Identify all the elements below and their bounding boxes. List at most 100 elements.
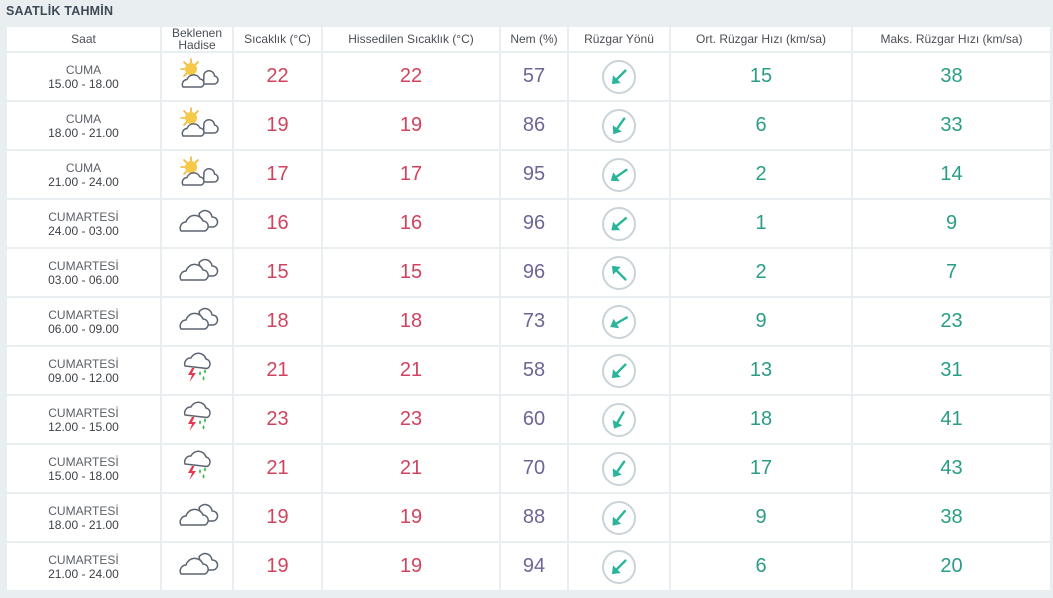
max-wind-speed-value: 38 xyxy=(853,53,1050,100)
weather-icon-cell xyxy=(162,151,232,198)
weather-icon-cell xyxy=(162,200,232,247)
temperature-value: 21 xyxy=(234,347,321,394)
humidity-value: 57 xyxy=(501,53,567,100)
time-range: 18.00 - 21.00 xyxy=(48,125,119,140)
section-title: SAATLİK TAHMİN xyxy=(6,4,114,18)
wind-direction-arrow-icon xyxy=(569,157,669,193)
time-range: 06.00 - 09.00 xyxy=(48,321,119,336)
humidity-value: 96 xyxy=(501,200,567,247)
feels-like-value: 22 xyxy=(323,53,499,100)
wind-direction-cell xyxy=(569,347,669,394)
humidity-value: 58 xyxy=(501,347,567,394)
partly-cloudy-icon xyxy=(162,106,232,145)
weather-icon-cell xyxy=(162,445,232,492)
avg-wind-speed-value: 6 xyxy=(671,102,851,149)
max-wind-speed-value: 7 xyxy=(853,249,1050,296)
forecast-row: CUMARTESİ 03.00 - 06.00 15 15 96 2 7 xyxy=(7,249,1050,296)
time-cell: CUMA 15.00 - 18.00 xyxy=(7,53,160,100)
time-range: 09.00 - 12.00 xyxy=(48,370,119,385)
forecast-row: CUMARTESİ 09.00 - 12.00 21 21 58 13 31 xyxy=(7,347,1050,394)
thunder-rain-icon xyxy=(162,448,232,489)
humidity-value: 94 xyxy=(501,543,567,590)
avg-wind-speed-value: 13 xyxy=(671,347,851,394)
time-range: 12.00 - 15.00 xyxy=(48,419,119,434)
weather-icon-cell xyxy=(162,543,232,590)
feels-like-value: 21 xyxy=(323,347,499,394)
max-wind-speed-value: 14 xyxy=(853,151,1050,198)
max-wind-speed-value: 41 xyxy=(853,396,1050,443)
forecast-row: CUMA 15.00 - 18.00 22 22 57 15 38 xyxy=(7,53,1050,100)
hourly-forecast-table: Saat Beklenen Hadise Sıcaklık (°C) Hisse… xyxy=(5,25,1052,592)
partly-cloudy-icon xyxy=(162,57,232,96)
header-event-line2: Hadise xyxy=(178,38,216,52)
thunder-rain-icon xyxy=(162,350,232,391)
temperature-value: 16 xyxy=(234,200,321,247)
forecast-row: CUMARTESİ 21.00 - 24.00 19 19 94 6 20 xyxy=(7,543,1050,590)
day-label: CUMARTESİ xyxy=(48,552,119,567)
wind-direction-cell xyxy=(569,151,669,198)
avg-wind-speed-value: 9 xyxy=(671,298,851,345)
header-avg-wind-speed: Ort. Rüzgar Hızı (km/sa) xyxy=(671,27,851,51)
temperature-value: 15 xyxy=(234,249,321,296)
feels-like-value: 15 xyxy=(323,249,499,296)
max-wind-speed-value: 31 xyxy=(853,347,1050,394)
feels-like-value: 19 xyxy=(323,494,499,541)
day-label: CUMARTESİ xyxy=(48,307,119,322)
humidity-value: 70 xyxy=(501,445,567,492)
header-temperature: Sıcaklık (°C) xyxy=(234,27,321,51)
day-label: CUMARTESİ xyxy=(48,258,119,273)
humidity-value: 95 xyxy=(501,151,567,198)
cloudy-icon xyxy=(162,500,232,535)
cloudy-icon xyxy=(162,206,232,241)
avg-wind-speed-value: 2 xyxy=(671,249,851,296)
humidity-value: 73 xyxy=(501,298,567,345)
weather-icon-cell xyxy=(162,102,232,149)
time-range: 15.00 - 18.00 xyxy=(48,468,119,483)
time-cell: CUMARTESİ 12.00 - 15.00 xyxy=(7,396,160,443)
wind-direction-cell xyxy=(569,396,669,443)
time-range: 15.00 - 18.00 xyxy=(48,76,119,91)
forecast-row: CUMARTESİ 18.00 - 21.00 19 19 88 9 38 xyxy=(7,494,1050,541)
day-label: CUMA xyxy=(65,160,102,175)
wind-direction-cell xyxy=(569,445,669,492)
time-cell: CUMARTESİ 24.00 - 03.00 xyxy=(7,200,160,247)
humidity-value: 60 xyxy=(501,396,567,443)
weather-icon-cell xyxy=(162,249,232,296)
temperature-value: 17 xyxy=(234,151,321,198)
wind-direction-arrow-icon xyxy=(569,255,669,291)
feels-like-value: 18 xyxy=(323,298,499,345)
humidity-value: 88 xyxy=(501,494,567,541)
wind-direction-cell xyxy=(569,102,669,149)
header-expected-event: Beklenen Hadise xyxy=(162,27,232,51)
wind-direction-cell xyxy=(569,494,669,541)
day-label: CUMARTESİ xyxy=(48,356,119,371)
max-wind-speed-value: 9 xyxy=(853,200,1050,247)
forecast-row: CUMA 18.00 - 21.00 19 19 86 6 33 xyxy=(7,102,1050,149)
partly-cloudy-icon xyxy=(162,155,232,194)
feels-like-value: 16 xyxy=(323,200,499,247)
max-wind-speed-value: 43 xyxy=(853,445,1050,492)
weather-icon-cell xyxy=(162,347,232,394)
wind-direction-arrow-icon xyxy=(569,549,669,585)
time-cell: CUMA 21.00 - 24.00 xyxy=(7,151,160,198)
temperature-value: 19 xyxy=(234,102,321,149)
wind-direction-arrow-icon xyxy=(569,500,669,536)
wind-direction-arrow-icon xyxy=(569,108,669,144)
temperature-value: 19 xyxy=(234,494,321,541)
feels-like-value: 19 xyxy=(323,543,499,590)
time-range: 03.00 - 06.00 xyxy=(48,272,119,287)
day-label: CUMA xyxy=(65,62,102,77)
avg-wind-speed-value: 2 xyxy=(671,151,851,198)
time-range: 21.00 - 24.00 xyxy=(48,566,119,581)
header-row: Saat Beklenen Hadise Sıcaklık (°C) Hisse… xyxy=(7,27,1050,51)
time-cell: CUMARTESİ 06.00 - 09.00 xyxy=(7,298,160,345)
weather-icon-cell xyxy=(162,396,232,443)
cloudy-icon xyxy=(162,304,232,339)
avg-wind-speed-value: 15 xyxy=(671,53,851,100)
thunder-rain-icon xyxy=(162,399,232,440)
feels-like-value: 17 xyxy=(323,151,499,198)
time-cell: CUMARTESİ 09.00 - 12.00 xyxy=(7,347,160,394)
header-max-wind-speed: Maks. Rüzgar Hızı (km/sa) xyxy=(853,27,1050,51)
day-label: CUMARTESİ xyxy=(48,503,119,518)
header-wind-direction: Rüzgar Yönü xyxy=(569,27,669,51)
